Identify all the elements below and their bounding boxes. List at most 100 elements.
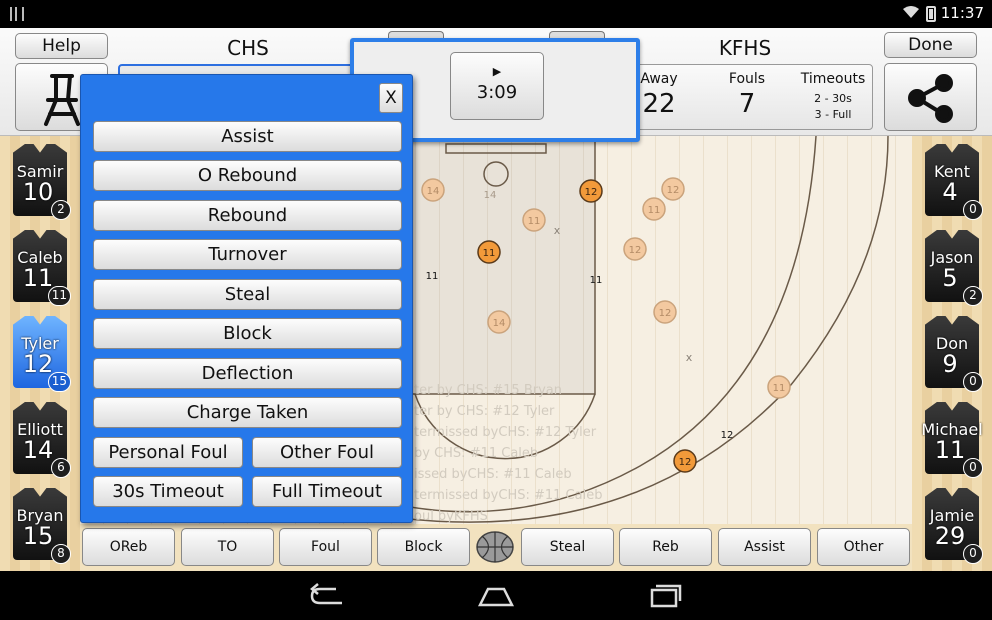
shot-marker: 11 bbox=[642, 197, 666, 221]
svg-text:11: 11 bbox=[773, 383, 786, 394]
oreb-button[interactable]: OReb bbox=[82, 528, 175, 566]
shot-marker: 14 bbox=[487, 310, 511, 334]
svg-text:12: 12 bbox=[667, 185, 680, 196]
assist-button[interactable]: Assist bbox=[718, 528, 811, 566]
away-roster: Kent 4 0 Jason 5 2 Don 9 0 Michael 11 0 Jamie 29 0 bbox=[912, 136, 992, 571]
player-stat-badge: 0 bbox=[963, 372, 983, 392]
player-stat-badge: 0 bbox=[963, 458, 983, 478]
away-stats-box: Away 22 Fouls 7 Timeouts 2 - 30s 3 - Ful… bbox=[620, 64, 873, 130]
away-score: Away 22 bbox=[640, 71, 678, 119]
away-player-4[interactable]: Jamie 29 0 bbox=[921, 484, 983, 564]
player-stat-badge: 15 bbox=[47, 372, 71, 392]
play-log-line: oul byKFHS bbox=[414, 509, 488, 524]
block-button[interactable]: Block bbox=[377, 528, 470, 566]
basketball-icon[interactable] bbox=[475, 530, 515, 564]
home-roster: Samir 10 2 Caleb 11 11 Tyler 12 15 Elliott 14 6 Brya… bbox=[0, 136, 80, 571]
dialog-o-rebound-button[interactable]: O Rebound bbox=[93, 160, 402, 191]
play-log-line: ter by CHS: #12 Tyler bbox=[414, 404, 555, 419]
away-player-2[interactable]: Don 9 0 bbox=[921, 312, 983, 392]
dialog-assist-button[interactable]: Assist bbox=[93, 121, 402, 152]
battery-icon bbox=[926, 6, 936, 22]
play-log-line: termissed byCHS: #11 Caleb bbox=[414, 488, 602, 503]
player-stat-badge: 2 bbox=[51, 200, 71, 220]
dialog-deflection-button[interactable]: Deflection bbox=[93, 358, 402, 389]
shot-marker: 12 bbox=[623, 237, 647, 261]
recent-apps-icon[interactable] bbox=[644, 583, 684, 609]
svg-text:12: 12 bbox=[629, 245, 642, 256]
away-timeouts: Timeouts 2 - 30s 3 - Full bbox=[800, 71, 866, 121]
away-team-name: KFHS bbox=[718, 36, 772, 60]
away-player-0[interactable]: Kent 4 0 bbox=[921, 140, 983, 220]
svg-text:11: 11 bbox=[483, 248, 496, 259]
turnover-button[interactable]: TO bbox=[181, 528, 274, 566]
status-bar: 11:37 bbox=[0, 0, 992, 28]
notification-icon bbox=[10, 7, 24, 21]
back-icon[interactable] bbox=[308, 583, 348, 609]
shot-marker: 12 bbox=[579, 179, 603, 203]
play-icon: ▶ bbox=[492, 65, 502, 78]
dialog-steal-button[interactable]: Steal bbox=[93, 279, 402, 310]
dialog-turnover-button[interactable]: Turnover bbox=[93, 239, 402, 270]
shot-marker: 14 bbox=[421, 178, 445, 202]
dialog-charge-taken-button[interactable]: Charge Taken bbox=[93, 397, 402, 428]
app-area: Help CHS KFHS Away 22 Fouls 7 Timeouts 2… bbox=[0, 28, 992, 571]
home-team-name: CHS bbox=[227, 36, 269, 60]
play-log-line: ter by CHS: #15 Bryan bbox=[414, 383, 562, 398]
player-stat-badge: 8 bbox=[51, 544, 71, 564]
svg-text:12: 12 bbox=[679, 457, 692, 468]
svg-text:11: 11 bbox=[648, 205, 661, 216]
share-button[interactable] bbox=[884, 63, 977, 131]
away-player-1[interactable]: Jason 5 2 bbox=[921, 226, 983, 306]
player-stat-badge: 2 bbox=[963, 286, 983, 306]
play-log-line: termissed byCHS: #12 Tyler bbox=[414, 425, 597, 440]
shot-marker: 11 bbox=[522, 208, 546, 232]
svg-text:14: 14 bbox=[427, 186, 440, 197]
steal-button[interactable]: Steal bbox=[521, 528, 614, 566]
close-dialog-button[interactable]: X bbox=[379, 83, 403, 113]
rebound-button[interactable]: Reb bbox=[619, 528, 712, 566]
shot-marker: 12 bbox=[661, 177, 685, 201]
away-player-3[interactable]: Michael 11 0 bbox=[921, 398, 983, 478]
dialog-full-timeout-button[interactable]: Full Timeout bbox=[252, 476, 402, 507]
wifi-icon bbox=[902, 5, 920, 23]
play-log-line: by CHS: #11 Caleb bbox=[414, 446, 538, 461]
dialog-30s-timeout-button[interactable]: 30s Timeout bbox=[93, 476, 243, 507]
dialog-rebound-button[interactable]: Rebound bbox=[93, 200, 402, 231]
away-fouls: Fouls 7 bbox=[728, 71, 766, 119]
player-stat-badge: 6 bbox=[51, 458, 71, 478]
other-button[interactable]: Other bbox=[817, 528, 910, 566]
status-clock: 11:37 bbox=[940, 4, 984, 22]
svg-text:12: 12 bbox=[585, 187, 598, 198]
game-clock-time: 3:09 bbox=[476, 82, 518, 103]
home-player-4[interactable]: Bryan 15 8 bbox=[9, 484, 71, 564]
play-log-line: issed byCHS: #11 Caleb bbox=[414, 467, 572, 482]
help-button[interactable]: Help bbox=[15, 33, 108, 59]
svg-text:11: 11 bbox=[528, 216, 541, 227]
game-clock-button[interactable]: ▶ 3:09 bbox=[450, 52, 544, 120]
dialog-personal-foul-button[interactable]: Personal Foul bbox=[93, 437, 243, 468]
navigation-bar bbox=[0, 571, 992, 620]
svg-text:12: 12 bbox=[659, 308, 672, 319]
home-player-3[interactable]: Elliott 14 6 bbox=[9, 398, 71, 478]
stat-action-dialog: X Assist O Rebound Rebound Turnover Stea… bbox=[80, 74, 413, 523]
shot-number-mark: 14 bbox=[484, 190, 497, 201]
player-stat-badge: 0 bbox=[963, 200, 983, 220]
home-icon[interactable] bbox=[476, 583, 516, 609]
shot-number-mark: 12 bbox=[721, 430, 734, 441]
share-icon bbox=[908, 74, 953, 123]
home-player-1[interactable]: Caleb 11 11 bbox=[9, 226, 71, 306]
dialog-other-foul-button[interactable]: Other Foul bbox=[252, 437, 402, 468]
shot-marker: 11 bbox=[477, 240, 501, 264]
home-player-0[interactable]: Samir 10 2 bbox=[9, 140, 71, 220]
home-player-2[interactable]: Tyler 12 15 bbox=[9, 312, 71, 392]
svg-text:14: 14 bbox=[493, 318, 506, 329]
shot-marker: 12 bbox=[653, 300, 677, 324]
missed-shot-mark: x bbox=[686, 351, 693, 364]
quick-action-bar: OReb TO Foul Block Steal Reb Assist Othe… bbox=[80, 524, 912, 571]
dialog-block-button[interactable]: Block bbox=[93, 318, 402, 349]
done-button[interactable]: Done bbox=[884, 32, 977, 58]
shot-number-mark: 11 bbox=[590, 275, 603, 286]
missed-shot-mark: x bbox=[554, 224, 561, 237]
foul-button[interactable]: Foul bbox=[279, 528, 372, 566]
player-stat-badge: 11 bbox=[47, 286, 71, 306]
